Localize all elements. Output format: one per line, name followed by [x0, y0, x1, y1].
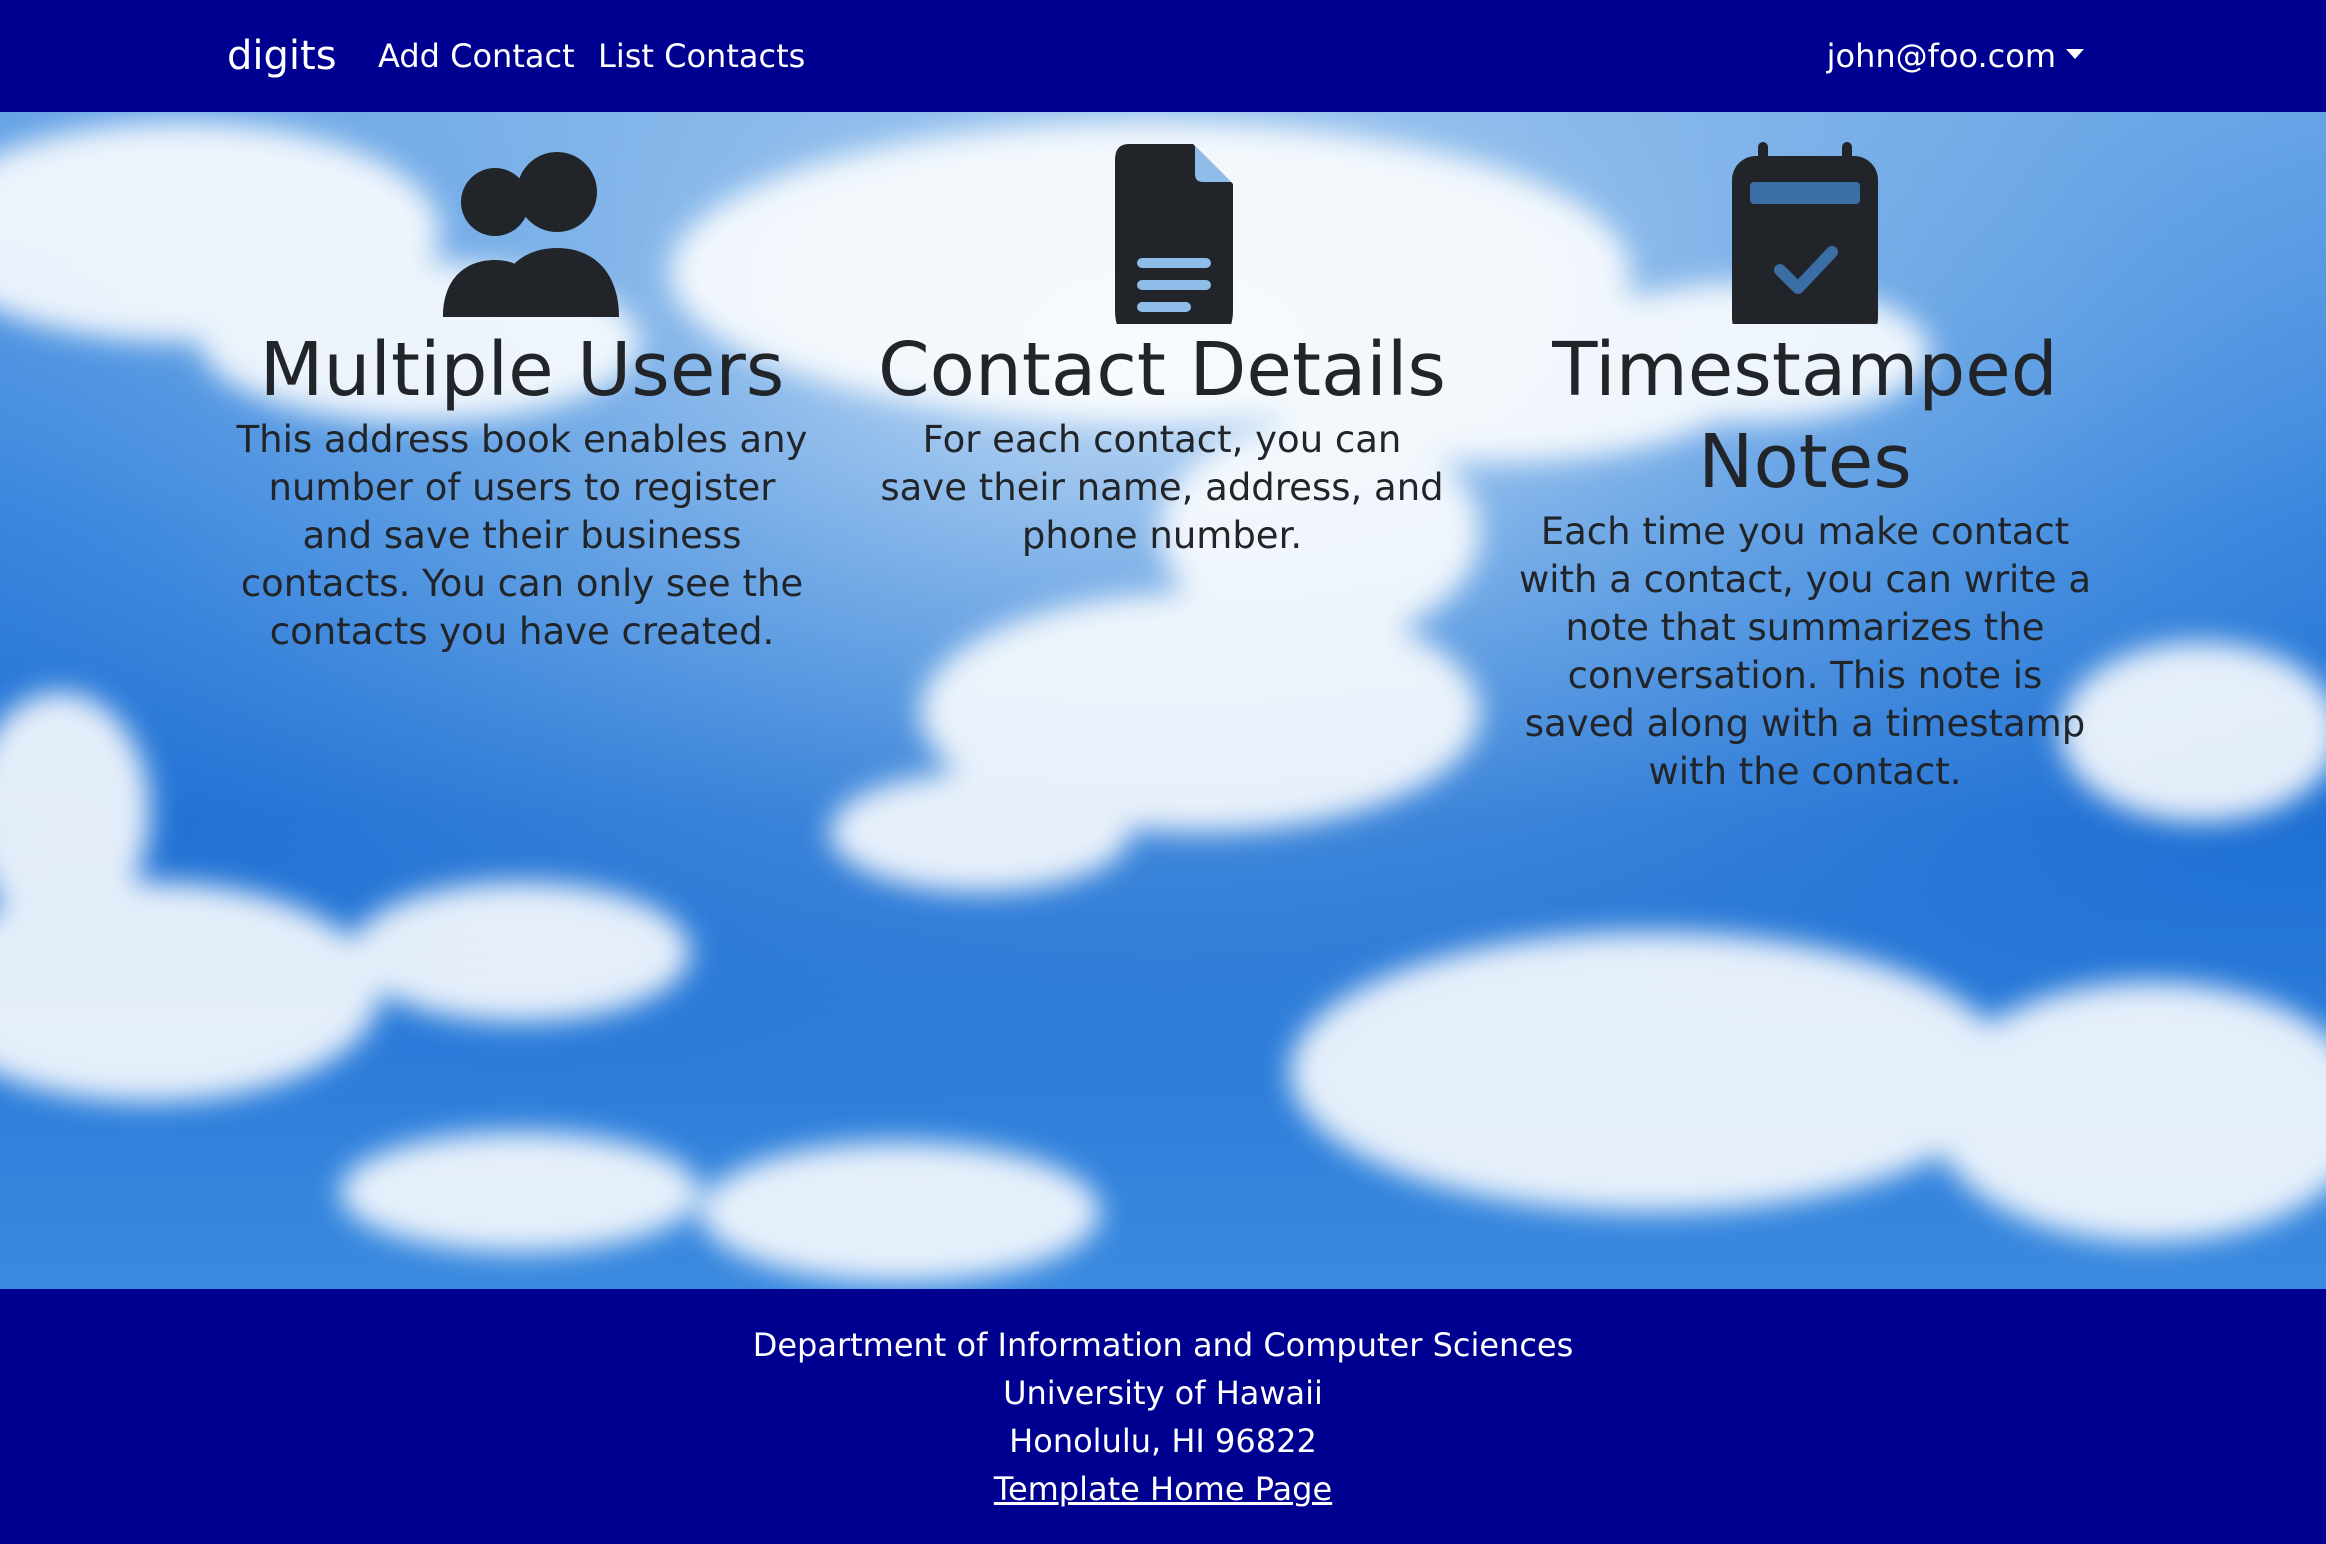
feature-contact-details: Contact Details For each contact, you ca… [862, 112, 1462, 560]
footer-university: University of Hawaii [1003, 1374, 1323, 1412]
feature-text: For each contact, you can save their nam… [880, 418, 1444, 557]
feature-text: Each time you make contact with a contac… [1518, 510, 2092, 793]
feature-text: This address book enables any number of … [236, 418, 808, 653]
document-icon [1115, 144, 1233, 324]
top-navbar: digits Add Contact List Contacts john@fo… [0, 0, 2326, 112]
brand-link[interactable]: digits [227, 30, 337, 82]
page-footer: Department of Information and Computer S… [0, 1289, 2326, 1544]
chevron-down-icon [2066, 49, 2084, 59]
user-dropdown[interactable]: john@foo.com [1827, 34, 2084, 78]
footer-department: Department of Information and Computer S… [752, 1326, 1574, 1364]
nav-list-contacts[interactable]: List Contacts [598, 34, 805, 78]
feature-title: Multiple Users [259, 327, 785, 413]
feature-title: Contact Details [878, 327, 1446, 413]
users-icon [443, 152, 619, 317]
feature-multiple-users: Multiple Users This address book enables… [222, 112, 822, 656]
feature-title: Timestamped Notes [1552, 327, 2058, 505]
footer-address: Honolulu, HI 96822 [1009, 1422, 1317, 1460]
hero-section: Multiple Users This address book enables… [0, 112, 2326, 1289]
feature-timestamped-notes: Timestamped Notes Each time you make con… [1505, 112, 2105, 796]
nav-add-contact[interactable]: Add Contact [378, 34, 575, 78]
template-home-link[interactable]: Template Home Page [994, 1470, 1332, 1508]
user-email: john@foo.com [1826, 37, 2056, 75]
calendar-check-icon [1732, 142, 1878, 324]
